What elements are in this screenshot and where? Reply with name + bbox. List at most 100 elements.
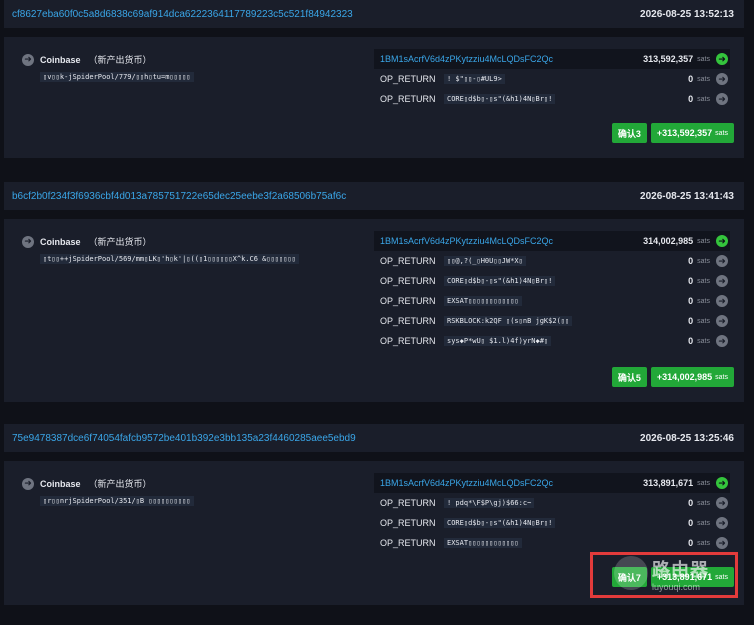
output-arrow-icon[interactable]: ➜: [716, 235, 728, 247]
output-arrow-icon[interactable]: ➜: [716, 295, 728, 307]
tx-badges: 确认3 +313,592,357 sats: [611, 123, 734, 143]
total-amount: +314,002,985: [656, 372, 713, 382]
output-label: OP_RETURN: [380, 94, 436, 104]
output-label: OP_RETURN: [380, 256, 436, 266]
output-amount: 0: [688, 74, 694, 84]
output-arrow-icon[interactable]: ➜: [716, 255, 728, 267]
output-script: ! $"▯▯-▯#UL9>: [444, 74, 505, 84]
total-amount: +313,592,357: [656, 128, 713, 138]
output-arrow-icon[interactable]: ➜: [716, 53, 728, 65]
input-arrow-icon[interactable]: ➜: [22, 235, 34, 248]
output-row: OP_RETURN RSKBLOCK:k2QF ▯(s▯nB jgK$2(▯▯ …: [374, 311, 730, 331]
output-row: OP_RETURN ! pdq*\F$P\gj)$66:c~ 0 sats ➜: [374, 493, 730, 513]
output-row: OP_RETURN CORE▯d$b▯-▯s"(&h1)4N▯Br▯! 0 sa…: [374, 89, 730, 109]
tx-header: cf8627eba60f0c5a8d6838c69af914dca6222364…: [4, 0, 744, 28]
output-script: sys◆P*wU▯ $1.l)4f)yrN◆#▯: [444, 336, 552, 346]
transaction-1: cf8627eba60f0c5a8d6838c69af914dca6222364…: [4, 0, 744, 28]
tx-time: 2026-08-25 13:52:13: [640, 8, 734, 20]
output-arrow-icon[interactable]: ➜: [716, 93, 728, 105]
output-unit: sats: [697, 75, 710, 83]
coinbase-label: Coinbase: [40, 478, 81, 489]
output-amount: 0: [688, 336, 694, 346]
tx-hash-link[interactable]: 75e9478387dce6f74054fafcb9572be401b392e3…: [12, 433, 356, 444]
tx-outputs: 1BM1sAcrfV6d4zPKytzziu4McLQDsFC2Qc 313,8…: [374, 473, 730, 553]
coinbase-script: ▯t▯▯++jSpiderPool/569/mm▯LK▯'h▯k'|▯((▯1▯…: [40, 254, 299, 264]
output-row: 1BM1sAcrfV6d4zPKytzziu4McLQDsFC2Qc 314,0…: [374, 231, 730, 251]
output-amount: 0: [688, 296, 694, 306]
output-unit: sats: [697, 539, 710, 547]
tx-body-2: ➜ Coinbase （新产出货币） ▯t▯▯++jSpiderPool/569…: [4, 219, 744, 402]
output-amount: 0: [688, 276, 694, 286]
output-row: OP_RETURN CORE▯d$b▯-▯s"(&h1)4N▯Br▯! 0 sa…: [374, 513, 730, 533]
tx-inputs: ➜ Coinbase （新产出货币） ▯t▯▯++jSpiderPool/569…: [22, 235, 362, 266]
output-arrow-icon[interactable]: ➜: [716, 73, 728, 85]
output-label: OP_RETURN: [380, 336, 436, 346]
tx-badges: 确认5 +314,002,985 sats: [611, 367, 734, 387]
tx-time: 2026-08-25 13:41:43: [640, 190, 734, 202]
output-arrow-icon[interactable]: ➜: [716, 275, 728, 287]
output-arrow-icon[interactable]: ➜: [716, 335, 728, 347]
coinbase-label: Coinbase: [40, 236, 81, 247]
output-row: 1BM1sAcrfV6d4zPKytzziu4McLQDsFC2Qc 313,5…: [374, 49, 730, 69]
tx-time: 2026-08-25 13:25:46: [640, 432, 734, 444]
output-unit: sats: [697, 297, 710, 305]
output-arrow-icon[interactable]: ➜: [716, 537, 728, 549]
output-row: OP_RETURN sys◆P*wU▯ $1.l)4f)yrN◆#▯ 0 sat…: [374, 331, 730, 351]
coinbase-tag: （新产出货币）: [88, 55, 152, 65]
output-arrow-icon[interactable]: ➜: [716, 315, 728, 327]
confirmations-badge[interactable]: 确认5: [611, 367, 647, 387]
transaction-3: 75e9478387dce6f74054fafcb9572be401b392e3…: [4, 424, 744, 452]
output-address-link[interactable]: 1BM1sAcrfV6d4zPKytzziu4McLQDsFC2Qc: [380, 54, 553, 64]
output-arrow-icon[interactable]: ➜: [716, 497, 728, 509]
output-script: EXSAT▯▯▯▯▯▯▯▯▯▯▯▯: [444, 296, 522, 306]
output-script: ! pdq*\F$P\gj)$66:c~: [444, 498, 535, 508]
output-row: OP_RETURN EXSAT▯▯▯▯▯▯▯▯▯▯▯▯ 0 sats ➜: [374, 291, 730, 311]
output-label: OP_RETURN: [380, 276, 436, 286]
output-label: OP_RETURN: [380, 74, 436, 84]
confirmations-badge[interactable]: 确认3: [611, 123, 647, 143]
output-unit: sats: [697, 237, 710, 245]
output-script: CORE▯d$b▯-▯s"(&h1)4N▯Br▯!: [444, 276, 556, 286]
tx-outputs: 1BM1sAcrfV6d4zPKytzziu4McLQDsFC2Qc 314,0…: [374, 231, 730, 351]
output-row: OP_RETURN EXSAT▯▯▯▯▯▯▯▯▯▯▯▯ 0 sats ➜: [374, 533, 730, 553]
output-label: OP_RETURN: [380, 296, 436, 306]
tx-inputs: ➜ Coinbase （新产出货币） ▯r▯▯nrjSpiderPool/351…: [22, 477, 362, 508]
output-unit: sats: [697, 519, 710, 527]
output-unit: sats: [697, 499, 710, 507]
tx-body-1: ➜ Coinbase （新产出货币） ▯v▯▯k-jSpiderPool/779…: [4, 37, 744, 158]
output-script: RSKBLOCK:k2QF ▯(s▯nB jgK$2(▯▯: [444, 316, 573, 326]
tx-inputs: ➜ Coinbase （新产出货币） ▯v▯▯k-jSpiderPool/779…: [22, 53, 362, 84]
output-row: OP_RETURN ▯▯@,?(_▯H0U▯▯JW*X▯ 0 sats ➜: [374, 251, 730, 271]
output-amount: 0: [688, 518, 694, 528]
output-amount: 0: [688, 94, 694, 104]
output-amount: 314,002,985: [643, 236, 694, 246]
tx-header: 75e9478387dce6f74054fafcb9572be401b392e3…: [4, 424, 744, 452]
output-row: OP_RETURN ! $"▯▯-▯#UL9> 0 sats ➜: [374, 69, 730, 89]
tx-hash-link[interactable]: b6cf2b0f234f3f6936cbf4d013a785751722e65d…: [12, 191, 346, 202]
output-label: OP_RETURN: [380, 316, 436, 326]
output-script: EXSAT▯▯▯▯▯▯▯▯▯▯▯▯: [444, 538, 522, 548]
output-amount: 313,891,671: [643, 478, 694, 488]
output-amount: 313,592,357: [643, 54, 694, 64]
total-unit: sats: [715, 129, 728, 137]
output-amount: 0: [688, 498, 694, 508]
output-arrow-icon[interactable]: ➜: [716, 477, 728, 489]
output-amount: 0: [688, 256, 694, 266]
total-amount-badge[interactable]: +314,002,985 sats: [650, 367, 734, 387]
output-address-link[interactable]: 1BM1sAcrfV6d4zPKytzziu4McLQDsFC2Qc: [380, 478, 553, 488]
transaction-2: b6cf2b0f234f3f6936cbf4d013a785751722e65d…: [4, 182, 744, 210]
output-unit: sats: [697, 317, 710, 325]
coinbase-script: ▯v▯▯k-jSpiderPool/779/▯▯h▯tu=m▯▯▯▯▯: [40, 72, 194, 82]
coinbase-tag: （新产出货币）: [88, 479, 152, 489]
input-arrow-icon[interactable]: ➜: [22, 53, 34, 66]
highlight-box: [590, 552, 738, 598]
output-unit: sats: [697, 257, 710, 265]
output-row: 1BM1sAcrfV6d4zPKytzziu4McLQDsFC2Qc 313,8…: [374, 473, 730, 493]
tx-hash-link[interactable]: cf8627eba60f0c5a8d6838c69af914dca6222364…: [12, 9, 353, 20]
input-arrow-icon[interactable]: ➜: [22, 477, 34, 490]
output-arrow-icon[interactable]: ➜: [716, 517, 728, 529]
total-amount-badge[interactable]: +313,592,357 sats: [650, 123, 734, 143]
output-unit: sats: [697, 55, 710, 63]
output-address-link[interactable]: 1BM1sAcrfV6d4zPKytzziu4McLQDsFC2Qc: [380, 236, 553, 246]
tx-outputs: 1BM1sAcrfV6d4zPKytzziu4McLQDsFC2Qc 313,5…: [374, 49, 730, 109]
